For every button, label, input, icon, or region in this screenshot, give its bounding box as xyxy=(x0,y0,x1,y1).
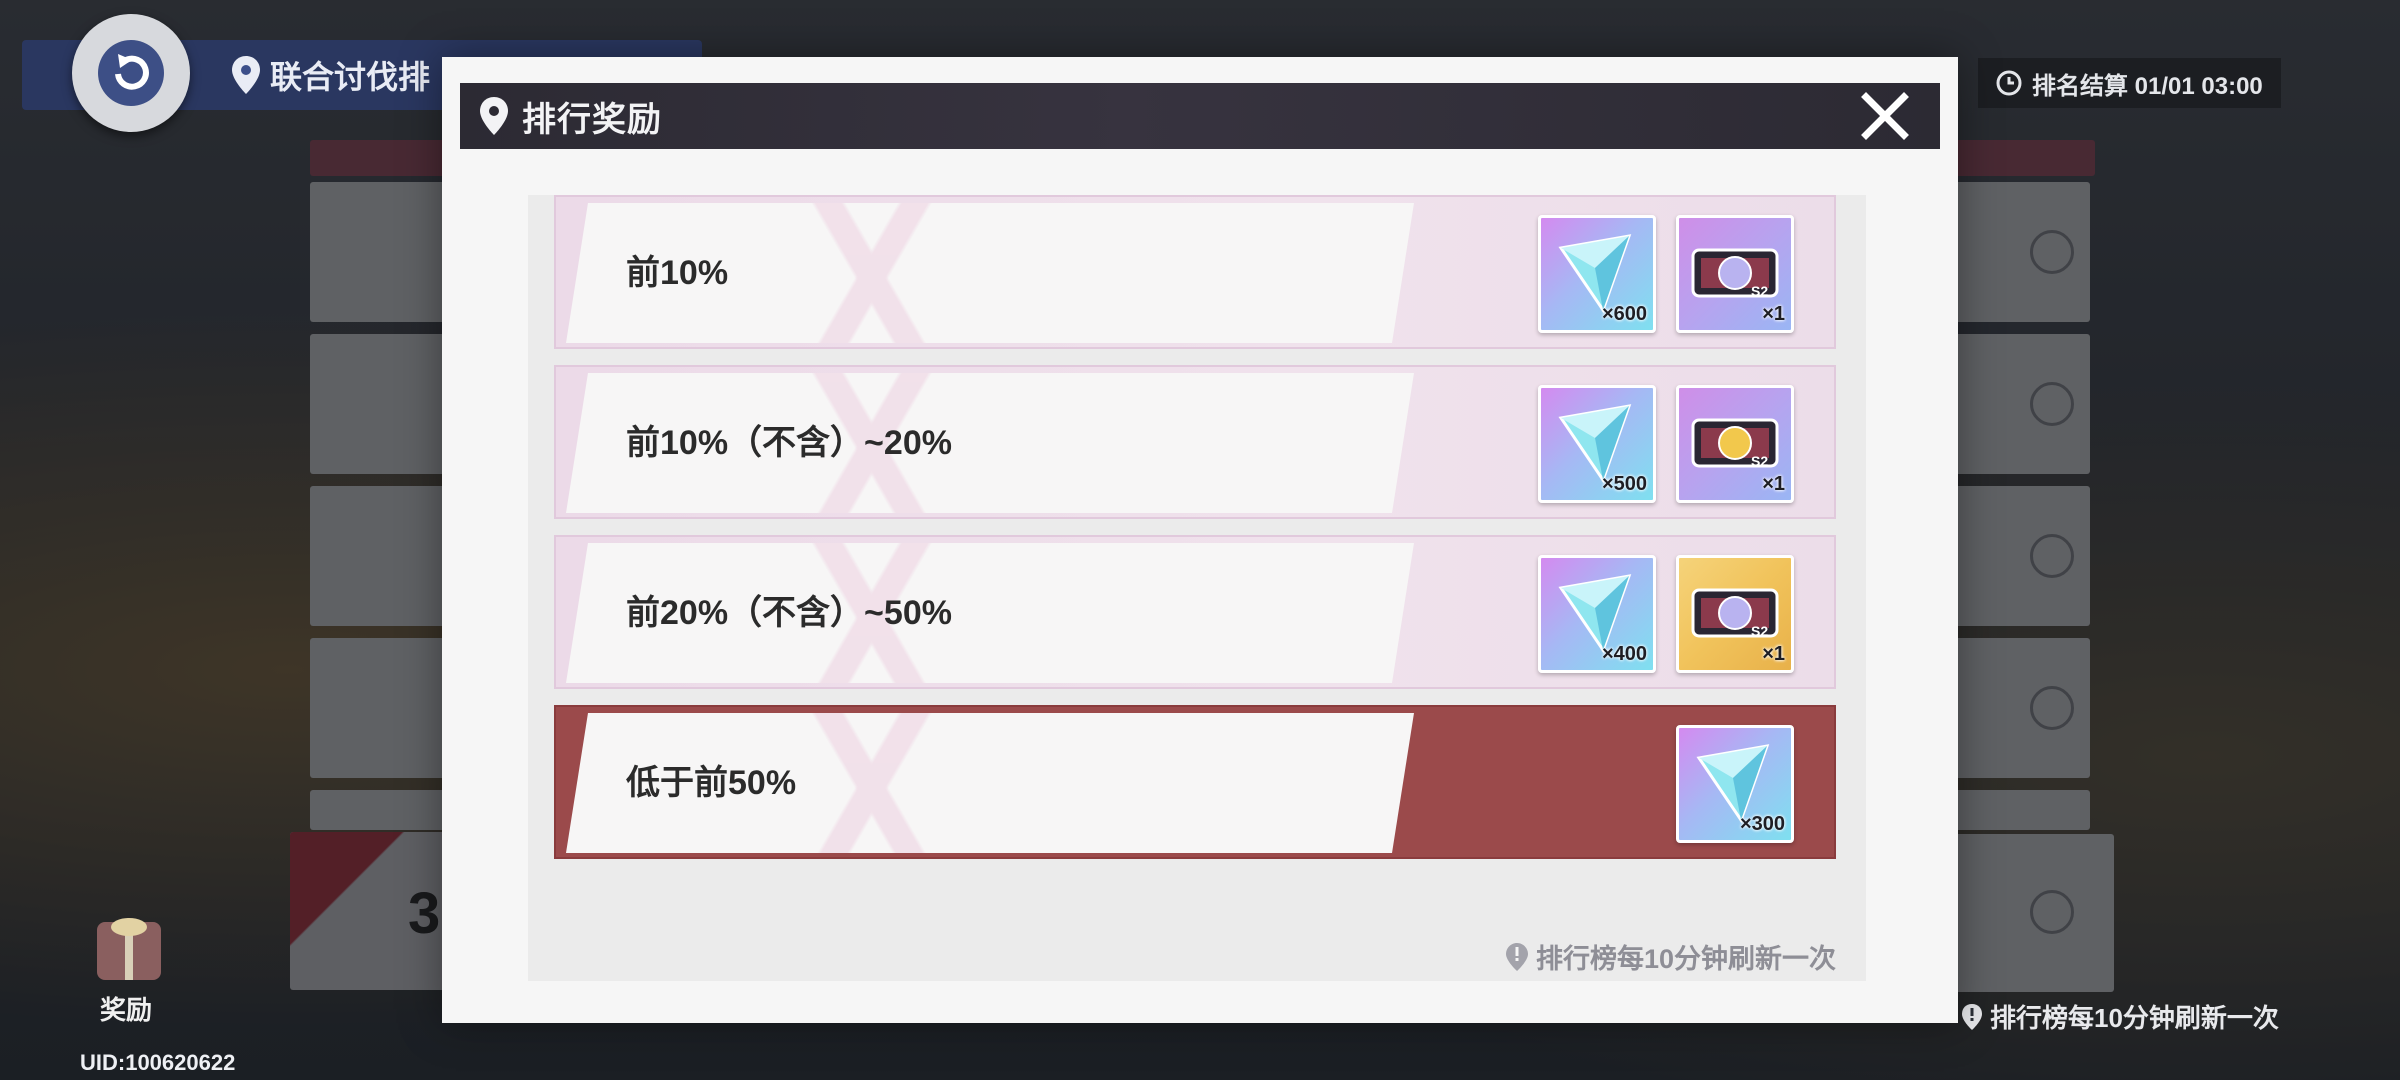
reward-qty: ×500 xyxy=(1601,473,1647,495)
reward-item[interactable]: ×400 xyxy=(1538,555,1656,673)
svg-text:S2: S2 xyxy=(1751,283,1768,299)
reward-tier-current: 低于前50% ×300 xyxy=(554,705,1836,859)
reward-qty: ×1 xyxy=(1762,643,1785,665)
clock-icon xyxy=(1996,70,2022,96)
reward-qty: ×400 xyxy=(1601,643,1647,665)
reward-item[interactable]: ×500 xyxy=(1538,385,1656,503)
reward-qty: ×300 xyxy=(1739,813,1785,835)
tier-label: 低于前50% xyxy=(626,764,797,802)
ranking-rewards-dialog: 排行奖励 前10% ×600 S2 ×1 前10%（不含）~20% ×500 S… xyxy=(442,57,1958,1023)
refresh-note-text: 排行榜每10分钟刷新一次 xyxy=(1536,944,1837,974)
gift-icon xyxy=(111,918,147,936)
reward-tier: 前10%（不含）~20% ×500 S2 ×1 xyxy=(554,365,1836,519)
svg-text:S2: S2 xyxy=(1751,623,1768,639)
rewards-gift-label: 奖励 xyxy=(100,995,153,1025)
location-title-text: 联合讨伐排 xyxy=(270,59,431,95)
rewards-list: 前10% ×600 S2 ×1 前10%（不含）~20% ×500 S2 ×1 … xyxy=(528,195,1866,981)
back-button[interactable] xyxy=(72,14,190,132)
map-pin-icon xyxy=(480,97,508,135)
info-pin-icon xyxy=(1962,1003,1982,1030)
dialog-title: 排行奖励 xyxy=(522,100,662,139)
bg-refresh-note-text: 排行榜每10分钟刷新一次 xyxy=(1990,1003,2279,1033)
back-arrow-icon xyxy=(98,40,164,106)
reward-qty: ×600 xyxy=(1601,303,1647,325)
tier-label: 前10%（不含）~20% xyxy=(626,424,952,462)
reward-qty: ×1 xyxy=(1762,473,1785,495)
uid-label: UID:100620622 xyxy=(80,1050,236,1075)
info-pin-icon xyxy=(1506,942,1528,971)
reward-tier: 前10% ×600 S2 ×1 xyxy=(554,195,1836,349)
dialog-header: 排行奖励 xyxy=(460,83,1940,149)
close-icon[interactable] xyxy=(1860,91,1910,141)
reward-tier: 前20%（不含）~50% ×400 S2 ×1 xyxy=(554,535,1836,689)
reward-item[interactable]: ×600 xyxy=(1538,215,1656,333)
reward-item[interactable]: ×300 xyxy=(1676,725,1794,843)
bg-refresh-note: 排行榜每10分钟刷新一次 xyxy=(1962,998,2279,1035)
reward-item[interactable]: S2 ×1 xyxy=(1676,385,1794,503)
settlement-label: 排名结算 01/01 03:00 xyxy=(2032,72,2263,100)
tier-label: 前20%（不含）~50% xyxy=(626,594,952,632)
map-pin-icon xyxy=(232,56,260,94)
reward-item[interactable]: S2 ×1 xyxy=(1676,215,1794,333)
svg-text:S2: S2 xyxy=(1751,453,1768,469)
tier-label: 前10% xyxy=(626,254,729,292)
settlement-time: 排名结算 01/01 03:00 xyxy=(1978,58,2281,108)
reward-qty: ×1 xyxy=(1762,303,1785,325)
reward-item[interactable]: S2 ×1 xyxy=(1676,555,1794,673)
location-title: 联合讨伐排 xyxy=(232,52,430,98)
refresh-note: 排行榜每10分钟刷新一次 xyxy=(1506,937,1836,976)
